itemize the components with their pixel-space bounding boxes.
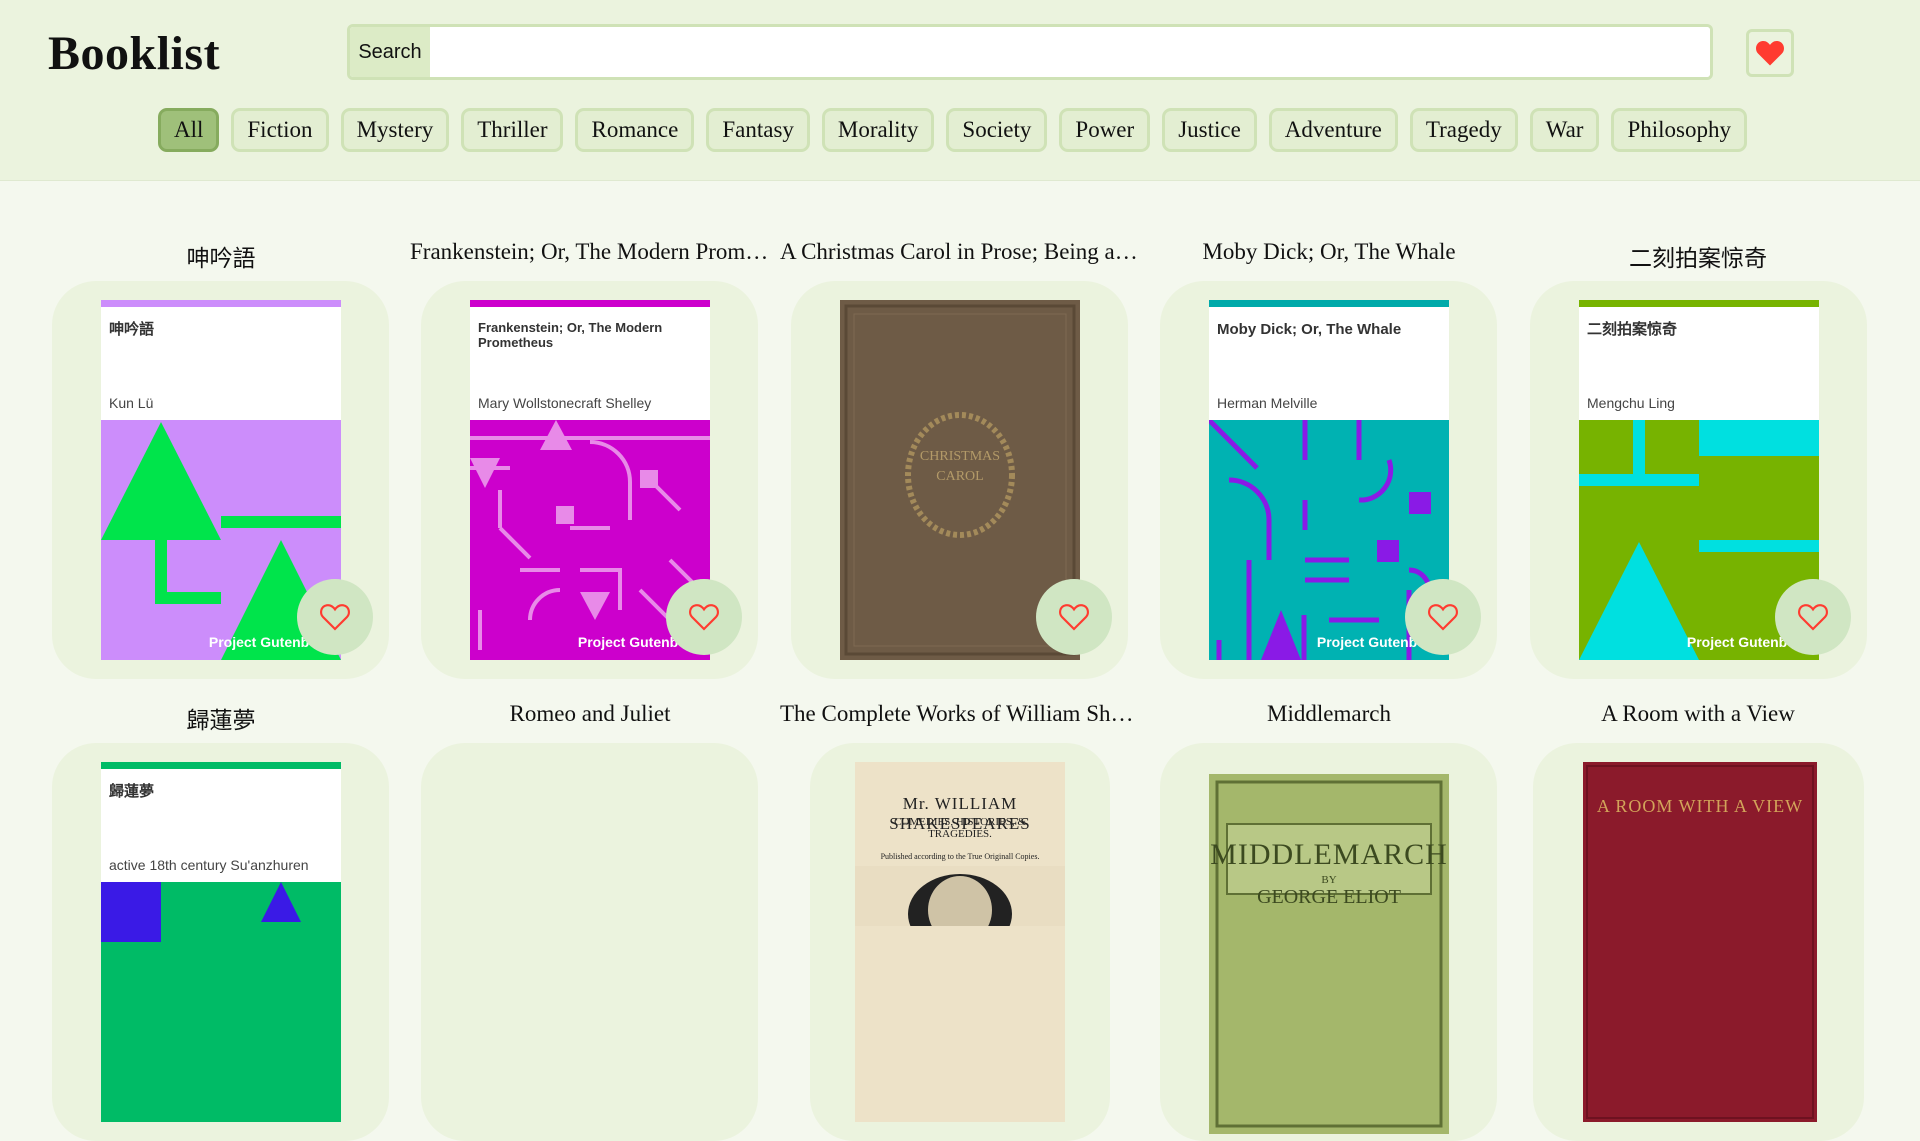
cover-author: Herman Melville — [1217, 395, 1318, 411]
like-button[interactable] — [1405, 579, 1481, 655]
tag-romance[interactable]: Romance — [575, 108, 695, 152]
cover-title: Frankenstein; Or, The Modern Prometheus — [478, 320, 663, 350]
like-button[interactable] — [1036, 579, 1112, 655]
book-card[interactable]: 二刻拍案惊奇 Mengchu Ling Project Gutenberg — [1530, 281, 1867, 679]
book-card[interactable]: CHRISTMAS CAROL — [791, 281, 1128, 679]
cover-header: Frankenstein; Or, The Modern Prometheus … — [470, 300, 710, 420]
heart-outline-icon — [1798, 604, 1828, 631]
cover-header: 二刻拍案惊奇 Mengchu Ling — [1579, 300, 1819, 420]
portrait-art — [855, 866, 1065, 926]
heart-outline-icon — [1428, 604, 1458, 631]
tag-tragedy[interactable]: Tragedy — [1409, 108, 1518, 152]
cover-title: 二刻拍案惊奇 — [1587, 321, 1678, 338]
cover-author: Kun Lü — [109, 395, 154, 411]
cover-author: Mary Wollstonecraft Shelley — [478, 395, 652, 411]
cover-note: Published according to the True Original… — [880, 852, 1040, 861]
cover-author: active 18th century Su'anzhuren — [109, 857, 309, 873]
cover-by: BY — [1321, 874, 1337, 886]
cover-author: Mengchu Ling — [1587, 395, 1675, 411]
search-label: Search — [350, 27, 430, 77]
cover-author: GEORGE ELIOT — [1257, 886, 1401, 908]
cover-title: MIDDLEMARCH — [1210, 838, 1448, 871]
book-title[interactable]: 二刻拍案惊奇 — [1518, 239, 1878, 273]
book-cover[interactable]: MIDDLEMARCH BY GEORGE ELIOT — [1209, 774, 1449, 1134]
book-title[interactable]: 呻吟語 — [41, 239, 401, 273]
book-card[interactable]: MIDDLEMARCH BY GEORGE ELIOT — [1160, 743, 1497, 1141]
tag-philosophy[interactable]: Philosophy — [1611, 108, 1747, 152]
tag-justice[interactable]: Justice — [1162, 108, 1257, 152]
book-title[interactable]: Romeo and Juliet — [410, 701, 770, 727]
tag-society[interactable]: Society — [946, 108, 1048, 152]
cover-header: Moby Dick; Or, The Whale Herman Melville — [1209, 300, 1449, 420]
tag-filter-bar: All Fiction Mystery Thriller Romance Fan… — [158, 108, 1747, 152]
book-title[interactable]: Frankenstein; Or, The Modern Prometheus — [410, 239, 770, 265]
favorites-button[interactable] — [1746, 29, 1794, 77]
book-card[interactable]: A ROOM WITH A VIEW — [1533, 743, 1864, 1141]
book-card[interactable]: Moby Dick; Or, The Whale Herman Melville… — [1160, 281, 1497, 679]
search-bar: Search — [347, 24, 1713, 80]
book-cover[interactable] — [470, 762, 710, 1122]
heart-outline-icon — [320, 604, 350, 631]
cover-subtitle: COMEDIES, HISTORIES, & TRAGEDIES. — [894, 816, 1026, 841]
book-card[interactable]: Mr. WILLIAM SHAKESPEARES COMEDIES, HISTO… — [810, 743, 1110, 1141]
cover-title: A ROOM WITH A VIEW — [1596, 796, 1804, 816]
heart-icon — [1756, 41, 1784, 66]
tag-thriller[interactable]: Thriller — [461, 108, 564, 152]
book-title[interactable]: A Christmas Carol in Prose; Being a Ghos… — [780, 239, 1140, 265]
cover-title: 歸蓮夢 — [109, 783, 155, 800]
tag-war[interactable]: War — [1529, 108, 1600, 152]
book-cover[interactable]: Mr. WILLIAM SHAKESPEARES COMEDIES, HISTO… — [855, 762, 1065, 1122]
heart-outline-icon — [1059, 604, 1089, 631]
book-title[interactable]: Middlemarch — [1149, 701, 1509, 727]
cover-title: Moby Dick; Or, The Whale — [1217, 321, 1402, 338]
book-title[interactable]: 歸蓮夢 — [41, 701, 401, 735]
book-title[interactable]: Moby Dick; Or, The Whale — [1149, 239, 1509, 265]
header: Booklist Search All Fiction Mystery Thri… — [0, 0, 1920, 181]
book-title[interactable]: The Complete Works of William Shakespear… — [780, 701, 1140, 727]
book-card[interactable]: 歸蓮夢 active 18th century Su'anzhuren — [52, 743, 389, 1141]
tag-fantasy[interactable]: Fantasy — [706, 108, 810, 152]
like-button[interactable] — [666, 579, 742, 655]
cover-art — [101, 882, 341, 1122]
tag-mystery[interactable]: Mystery — [340, 108, 450, 152]
book-cover[interactable]: 歸蓮夢 active 18th century Su'anzhuren — [101, 762, 341, 1122]
book-card[interactable]: Frankenstein; Or, The Modern Prometheus … — [421, 281, 758, 679]
cover-header: 呻吟語 Kun Lü — [101, 300, 341, 420]
tag-fiction[interactable]: Fiction — [231, 108, 329, 152]
tag-all[interactable]: All — [158, 108, 220, 152]
book-card[interactable]: 呻吟語 Kun Lü Project Gutenberg — [52, 281, 389, 679]
svg-text:CAROL: CAROL — [936, 469, 983, 484]
book-title[interactable]: A Room with a View — [1518, 701, 1878, 727]
cover-header: 歸蓮夢 active 18th century Su'anzhuren — [101, 762, 341, 882]
search-input[interactable] — [430, 27, 1710, 77]
book-cover[interactable]: A ROOM WITH A VIEW — [1583, 762, 1817, 1122]
heart-outline-icon — [689, 604, 719, 631]
book-card[interactable] — [421, 743, 758, 1141]
tag-adventure[interactable]: Adventure — [1268, 108, 1398, 152]
like-button[interactable] — [297, 579, 373, 655]
like-button[interactable] — [1775, 579, 1851, 655]
cover-title-art: CHRISTMAS — [920, 449, 1000, 464]
site-logo[interactable]: Booklist — [48, 26, 220, 81]
tag-morality[interactable]: Morality — [821, 108, 935, 152]
tag-power[interactable]: Power — [1059, 108, 1151, 152]
cover-art — [1209, 774, 1449, 1134]
cover-title: 呻吟語 — [109, 321, 155, 338]
